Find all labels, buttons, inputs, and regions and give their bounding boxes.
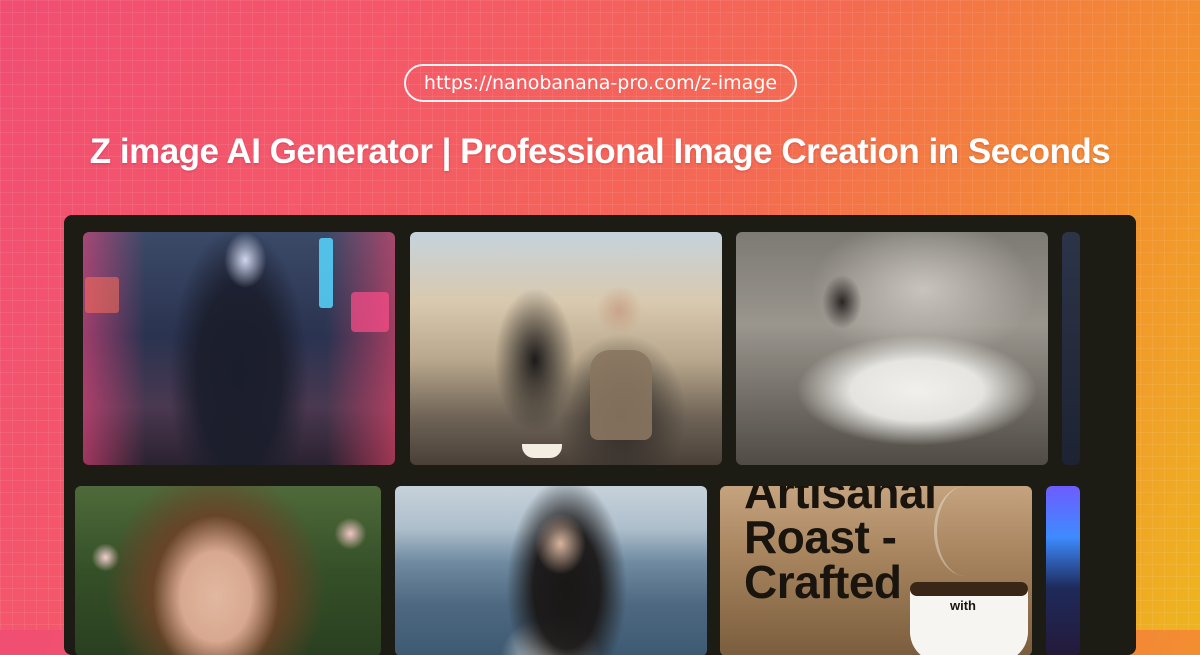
neon-sign: [85, 277, 119, 313]
coffee-cup-shape: [522, 444, 562, 458]
gallery-image-cyberpunk-android[interactable]: [83, 232, 395, 465]
url-badge[interactable]: https://nanobanana-pro.com/z-image: [404, 64, 797, 102]
gallery-image-paris-cafe[interactable]: [410, 232, 722, 465]
scarf-shape: [590, 350, 652, 440]
gallery-image-partial[interactable]: [1062, 232, 1080, 465]
steam-shape: [934, 486, 997, 576]
neon-sign: [319, 238, 333, 308]
page-title: Z image AI Generator | Professional Imag…: [89, 132, 1111, 171]
gallery-image-woman-on-rocks[interactable]: [736, 232, 1048, 465]
neon-sign: [351, 292, 389, 332]
coffee-mug: [910, 582, 1028, 655]
coffee-mug-rim: [910, 582, 1028, 596]
coffee-mug-text: with: [950, 598, 976, 613]
image-gallery: Artisanal Roast - Crafted with: [64, 215, 1136, 655]
